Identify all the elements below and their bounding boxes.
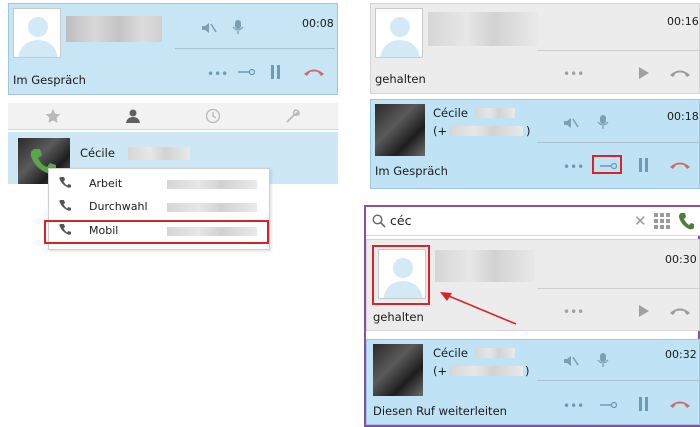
- caller-name-blurred: [66, 16, 162, 42]
- clear-search-icon[interactable]: ✕: [634, 212, 647, 230]
- tab-contacts[interactable]: [88, 103, 178, 129]
- highlight-avatar: [372, 245, 430, 305]
- default-avatar-icon: [376, 9, 422, 57]
- dialpad-icon[interactable]: [654, 213, 670, 229]
- highlight-mobil: [44, 220, 269, 244]
- menu-item-durchwahl[interactable]: Durchwahl: [49, 197, 269, 217]
- call-timer: 00:32: [665, 348, 697, 361]
- number-blurred: [167, 180, 257, 189]
- more-options-icon[interactable]: •••: [563, 306, 584, 318]
- more-options-icon[interactable]: •••: [563, 161, 584, 173]
- tab-history[interactable]: [168, 103, 258, 129]
- hangup-icon[interactable]: [669, 306, 691, 316]
- contact-photo: [375, 104, 425, 156]
- call-status: gehalten: [375, 72, 426, 86]
- hangup-icon[interactable]: [669, 68, 691, 78]
- resume-icon[interactable]: [639, 67, 649, 79]
- call-timer: 00:16: [667, 15, 699, 28]
- contacts-tab-bar: [8, 103, 338, 130]
- avatar: [375, 8, 423, 58]
- contact-name: Cécile: [80, 146, 115, 160]
- hangup-icon[interactable]: [669, 399, 691, 409]
- call-status: Im Gespräch: [375, 164, 448, 178]
- call-timer: 00:18: [667, 110, 699, 123]
- clock-icon: [205, 108, 221, 124]
- search-input[interactable]: céc: [390, 213, 411, 228]
- progress-divider: [537, 380, 700, 381]
- caller-name-blurred: [435, 250, 535, 282]
- microphone-icon[interactable]: [232, 19, 244, 35]
- annotation-arrow: [430, 288, 520, 328]
- progress-divider: [175, 48, 335, 49]
- call-status: Diesen Ruf weiterleiten: [373, 404, 507, 418]
- right-active-call-card: Cécile (+ ) 00:18 Im Gespräch •••: [370, 99, 700, 189]
- menu-label: Arbeit: [89, 177, 123, 190]
- search-bar: céc ✕: [366, 207, 700, 236]
- progress-divider: [537, 142, 700, 143]
- right-forward-call-card: Cécile (+ ) 00:32 Diesen Ruf weiterleite…: [366, 339, 700, 425]
- pause-icon[interactable]: [639, 397, 649, 411]
- mute-speaker-icon[interactable]: [201, 21, 217, 35]
- number-suffix: ): [526, 124, 531, 138]
- call-status: gehalten: [373, 310, 424, 324]
- number-prefix: (+: [433, 364, 448, 378]
- resume-icon[interactable]: [639, 305, 649, 317]
- menu-item-arbeit[interactable]: Arbeit: [49, 174, 269, 194]
- pause-icon[interactable]: [639, 158, 649, 172]
- hangup-icon[interactable]: [669, 160, 691, 170]
- contact-photo: [373, 344, 423, 396]
- transfer-icon[interactable]: [237, 67, 255, 77]
- avatar: [13, 8, 61, 58]
- transfer-icon[interactable]: [599, 400, 617, 410]
- person-icon: [126, 109, 140, 123]
- contact-surname-blurred: [475, 108, 515, 118]
- default-avatar-icon: [14, 9, 60, 57]
- call-timer: 00:30: [665, 253, 697, 266]
- call-icon[interactable]: [678, 212, 694, 230]
- wrench-icon: [286, 109, 300, 123]
- star-icon: [45, 109, 61, 123]
- phone-icon: [59, 199, 71, 211]
- more-options-icon[interactable]: •••: [563, 400, 584, 412]
- number-blurred: [449, 126, 523, 136]
- tab-favorites[interactable]: [8, 103, 98, 129]
- phone-icon: [59, 176, 71, 188]
- menu-label: Durchwahl: [89, 200, 148, 213]
- progress-divider: [537, 50, 700, 51]
- pause-icon[interactable]: [271, 65, 281, 79]
- contact-name: Cécile: [433, 346, 468, 360]
- call-status: Im Gespräch: [13, 73, 86, 87]
- progress-divider: [537, 288, 700, 289]
- more-options-icon[interactable]: •••: [563, 68, 584, 80]
- call-timer: 00:08: [302, 17, 334, 30]
- tab-settings[interactable]: [248, 103, 338, 129]
- mute-speaker-icon[interactable]: [563, 354, 579, 368]
- right-held-call-card: 00:16 gehalten •••: [370, 3, 700, 94]
- number-blurred: [167, 203, 257, 212]
- more-options-icon[interactable]: •••: [207, 68, 228, 80]
- microphone-icon[interactable]: [597, 352, 609, 368]
- contact-name: Cécile: [433, 106, 468, 120]
- left-active-call-card: 00:08 Im Gespräch •••: [8, 3, 338, 95]
- contact-surname-blurred: [128, 147, 190, 160]
- hangup-icon[interactable]: [303, 67, 325, 77]
- number-suffix: ): [525, 364, 530, 378]
- mute-speaker-icon[interactable]: [563, 116, 579, 130]
- search-icon: [372, 214, 386, 228]
- number-prefix: (+: [433, 124, 448, 138]
- contact-surname-blurred: [475, 348, 515, 358]
- highlight-transfer-button: [592, 155, 622, 174]
- number-blurred: [449, 366, 523, 376]
- microphone-icon[interactable]: [597, 114, 609, 130]
- caller-name-blurred: [428, 12, 538, 46]
